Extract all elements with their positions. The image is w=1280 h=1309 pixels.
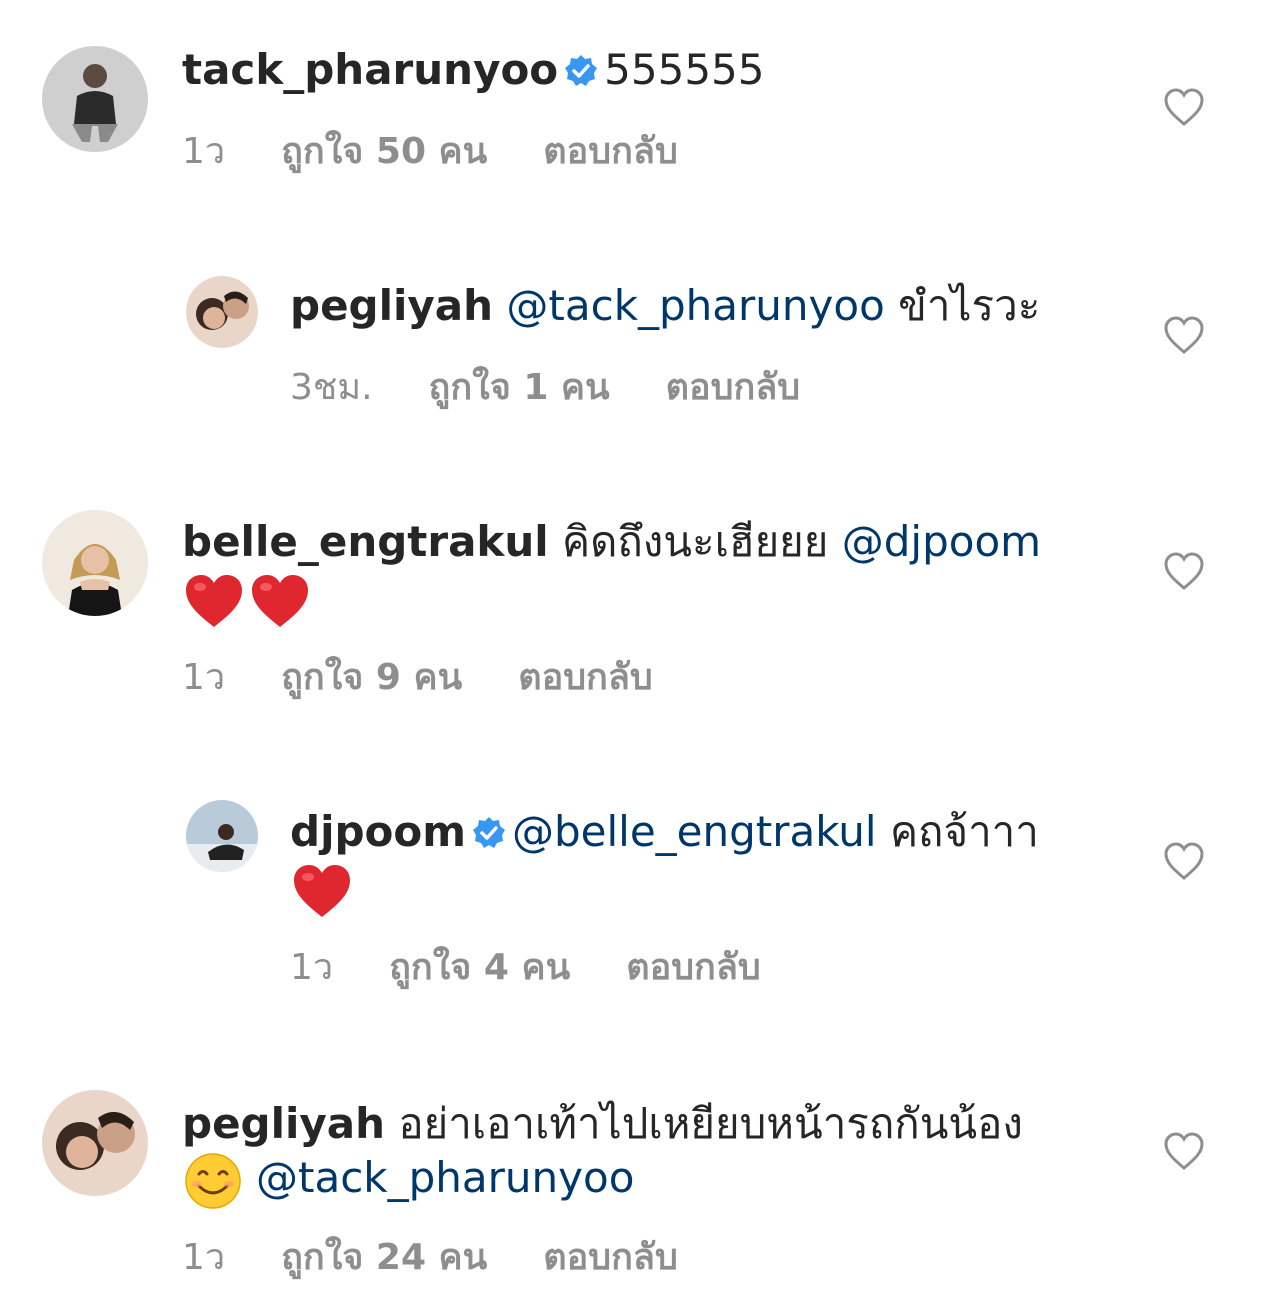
comment-text: คิดถึงนะเฮียยย — [562, 517, 829, 566]
avatar[interactable] — [42, 1090, 148, 1196]
verified-badge-icon — [564, 54, 598, 88]
comment-time: 1ว — [290, 947, 334, 988]
comment-time: 3ชม. — [290, 367, 373, 408]
avatar[interactable] — [42, 510, 148, 616]
comment-username[interactable]: djpoom — [290, 807, 466, 856]
mention-link[interactable]: @djpoom — [842, 517, 1041, 566]
reply-button[interactable]: ตอบกลับ — [626, 946, 761, 990]
like-heart-icon[interactable] — [1162, 550, 1206, 594]
emoji-line — [292, 860, 358, 919]
comment-username[interactable]: belle_engtrakul — [182, 517, 549, 566]
comment-likes[interactable]: ถูกใจ 24 คน — [281, 1236, 487, 1280]
comment-text: ขำไรวะ — [898, 281, 1041, 330]
avatar[interactable] — [186, 800, 258, 872]
comment-time: 1ว — [182, 131, 226, 172]
comment-username[interactable]: pegliyah — [290, 281, 493, 330]
comment-time: 1ว — [182, 1237, 226, 1278]
comment-likes[interactable]: ถูกใจ 50 คน — [281, 130, 487, 174]
mention-link[interactable]: @tack_pharunyoo — [506, 281, 884, 330]
comment-likes[interactable]: ถูกใจ 9 คน — [281, 656, 462, 700]
emoji-line — [184, 570, 316, 629]
comment-text: 555555 — [604, 45, 765, 94]
comment-time: 1ว — [182, 657, 226, 698]
reply-button[interactable]: ตอบกลับ — [543, 130, 678, 174]
verified-badge-icon — [472, 816, 506, 850]
like-heart-icon[interactable] — [1162, 86, 1206, 130]
like-heart-icon[interactable] — [1162, 1130, 1206, 1174]
red-heart-emoji-icon — [184, 573, 244, 629]
comment-username[interactable]: tack_pharunyoo — [182, 45, 558, 94]
red-heart-emoji-icon — [250, 573, 310, 629]
reply-button[interactable]: ตอบกลับ — [666, 366, 801, 410]
like-heart-icon[interactable] — [1162, 314, 1206, 358]
avatar[interactable] — [42, 46, 148, 152]
like-heart-icon[interactable] — [1162, 840, 1206, 884]
comment-text: อย่าเอาเท้าไปเหยียบหน้ารถกันน้อง — [398, 1099, 1023, 1148]
red-heart-emoji-icon — [292, 863, 352, 919]
avatar[interactable] — [186, 276, 258, 348]
reply-button[interactable]: ตอบกลับ — [518, 656, 653, 700]
comment-likes[interactable]: ถูกใจ 4 คน — [389, 946, 570, 990]
comment-likes[interactable]: ถูกใจ 1 คน — [429, 366, 610, 410]
smiley-emoji-icon — [184, 1152, 242, 1210]
comment-username[interactable]: pegliyah — [182, 1099, 385, 1148]
comment-text: คถจ้าาา — [889, 807, 1039, 856]
mention-link[interactable]: @belle_engtrakul — [512, 807, 877, 856]
mention-link[interactable]: @tack_pharunyoo — [256, 1153, 634, 1202]
reply-button[interactable]: ตอบกลับ — [543, 1236, 678, 1280]
